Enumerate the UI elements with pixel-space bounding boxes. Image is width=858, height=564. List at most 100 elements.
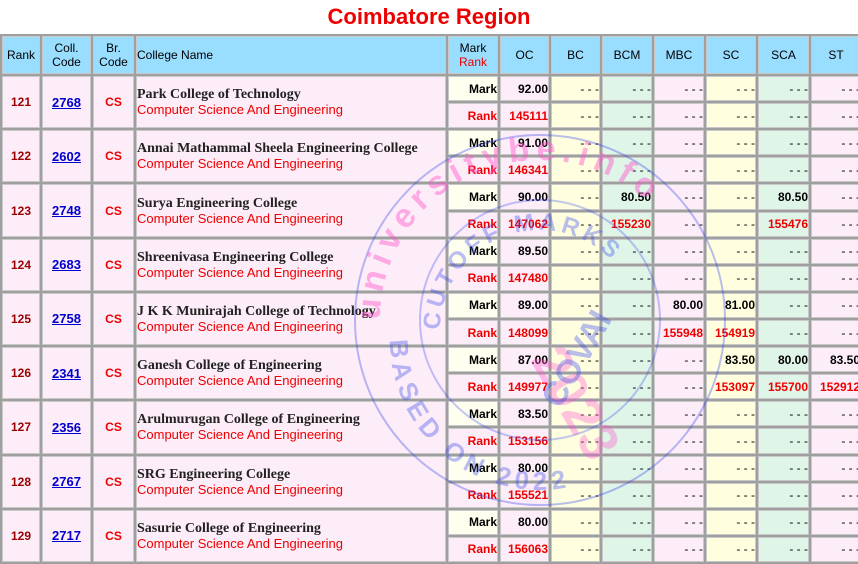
st-mark: - - - — [811, 76, 858, 102]
mbc-mark: 80.00 — [654, 292, 704, 318]
sca-rank: - - - — [758, 482, 809, 508]
bcm-mark: 80.50 — [602, 184, 652, 210]
coll-code-link[interactable]: 2717 — [52, 528, 81, 543]
mbc-mark: - - - — [654, 509, 704, 535]
rank-label: Rank — [448, 103, 498, 129]
sc-rank: - - - — [706, 428, 756, 454]
branch-name: Computer Science And Engineering — [137, 102, 343, 118]
bc-rank: - - - — [551, 482, 600, 508]
sca-rank: - - - — [758, 319, 809, 346]
bc-rank: - - - — [551, 157, 600, 183]
oc-mark: 87.00 — [500, 347, 549, 373]
header-mark-rank: Mark Rank — [448, 36, 498, 74]
coll-code-link[interactable]: 2767 — [52, 474, 81, 489]
st-rank: - - - — [811, 157, 858, 183]
bcm-rank: - - - — [602, 482, 652, 508]
mark-label: Mark — [448, 455, 498, 481]
oc-rank: 145111 — [500, 103, 549, 129]
st-mark: - - - — [811, 184, 858, 210]
bcm-mark: - - - — [602, 401, 652, 427]
sc-mark: 81.00 — [706, 292, 756, 318]
bc-mark: - - - — [551, 455, 600, 481]
college-name: Park College of Technology — [137, 87, 301, 103]
coll-code-link[interactable]: 2602 — [52, 149, 81, 164]
header-sc: SC — [706, 36, 756, 74]
header-coll-code: Coll. Code — [42, 36, 91, 74]
branch-name: Computer Science And Engineering — [137, 264, 343, 280]
mbc-rank: - - - — [654, 157, 704, 183]
sca-rank: 155476 — [758, 211, 809, 237]
college-cell: Ganesh College of Engineering Computer Sc… — [136, 347, 446, 400]
oc-rank: 148099 — [500, 319, 549, 346]
table-row: 126 2341 CS Ganesh College of Engineering Co… — [2, 347, 858, 400]
oc-mark: 89.50 — [500, 238, 549, 264]
bcm-rank: 155230 — [602, 211, 652, 237]
sca-mark: 80.50 — [758, 184, 809, 210]
mbc-rank: - - - — [654, 536, 704, 562]
sc-mark: 83.50 — [706, 347, 756, 373]
coll-code-link[interactable]: 2683 — [52, 257, 81, 272]
table-row: 121 2768 CS Park College of Technology Compu… — [2, 76, 858, 129]
coll-code-link[interactable]: 2758 — [52, 311, 81, 326]
coll-code-link[interactable]: 2748 — [52, 203, 81, 218]
sca-mark: - - - — [758, 130, 809, 156]
page-title: Coimbatore Region — [327, 4, 531, 29]
coll-code-link[interactable]: 2768 — [52, 95, 81, 110]
header-oc: OC — [500, 36, 549, 74]
sca-mark: - - - — [758, 509, 809, 535]
college-name: J K K Munirajah College of Technology — [137, 303, 376, 319]
table-row: 128 2767 CS SRG Engineering College Computer… — [2, 455, 858, 508]
branch-name: Computer Science And Engineering — [137, 210, 343, 226]
bc-mark: - - - — [551, 347, 600, 373]
sc-mark: - - - — [706, 76, 756, 102]
cutoff-table: Rank Coll. Code Br. Code College Name Mark… — [0, 34, 858, 564]
row-rank: 125 — [2, 292, 40, 346]
st-rank: - - - — [811, 482, 858, 508]
table-body: 121 2768 CS Park College of Technology Compu… — [2, 76, 858, 562]
oc-rank: 153156 — [500, 428, 549, 454]
coll-code-link[interactable]: 2341 — [52, 366, 81, 381]
sc-rank: - - - — [706, 265, 756, 291]
bc-rank: - - - — [551, 103, 600, 129]
sca-mark: 80.00 — [758, 347, 809, 373]
bcm-mark: - - - — [602, 292, 652, 318]
college-name: Surya Engineering College — [137, 195, 298, 211]
college-cell: SRG Engineering College Computer Science … — [136, 455, 446, 508]
sc-mark: - - - — [706, 238, 756, 264]
branch-code: CS — [93, 130, 134, 183]
mark-label: Mark — [448, 401, 498, 427]
row-rank: 126 — [2, 347, 40, 400]
mbc-rank: - - - — [654, 211, 704, 237]
st-rank: - - - — [811, 103, 858, 129]
oc-rank: 146341 — [500, 157, 549, 183]
mbc-mark: - - - — [654, 455, 704, 481]
mbc-mark: - - - — [654, 184, 704, 210]
bc-mark: - - - — [551, 184, 600, 210]
coll-code-link[interactable]: 2356 — [52, 420, 81, 435]
coll-code-cell: 2758 — [42, 292, 91, 346]
bcm-mark: - - - — [602, 238, 652, 264]
sc-rank: - - - — [706, 157, 756, 183]
mbc-rank: 155948 — [654, 319, 704, 346]
row-rank: 121 — [2, 76, 40, 129]
college-cell: Surya Engineering College Computer Scienc… — [136, 184, 446, 237]
header-bc: BC — [551, 36, 600, 74]
mbc-mark: - - - — [654, 401, 704, 427]
college-cell: Park College of Technology Computer Scien… — [136, 76, 446, 129]
sca-rank: - - - — [758, 265, 809, 291]
mark-label: Mark — [448, 238, 498, 264]
sc-rank: - - - — [706, 103, 756, 129]
bc-rank: - - - — [551, 211, 600, 237]
bcm-mark: - - - — [602, 455, 652, 481]
row-rank: 122 — [2, 130, 40, 183]
branch-name: Computer Science And Engineering — [137, 535, 343, 551]
rank-label: Rank — [448, 428, 498, 454]
rank-label: Rank — [448, 374, 498, 400]
bcm-rank: - - - — [602, 428, 652, 454]
sca-mark: - - - — [758, 238, 809, 264]
sca-mark: - - - — [758, 401, 809, 427]
mark-label: Mark — [448, 76, 498, 102]
rank-label: Rank — [448, 536, 498, 562]
branch-name: Computer Science And Engineering — [137, 318, 343, 334]
mark-label: Mark — [448, 130, 498, 156]
